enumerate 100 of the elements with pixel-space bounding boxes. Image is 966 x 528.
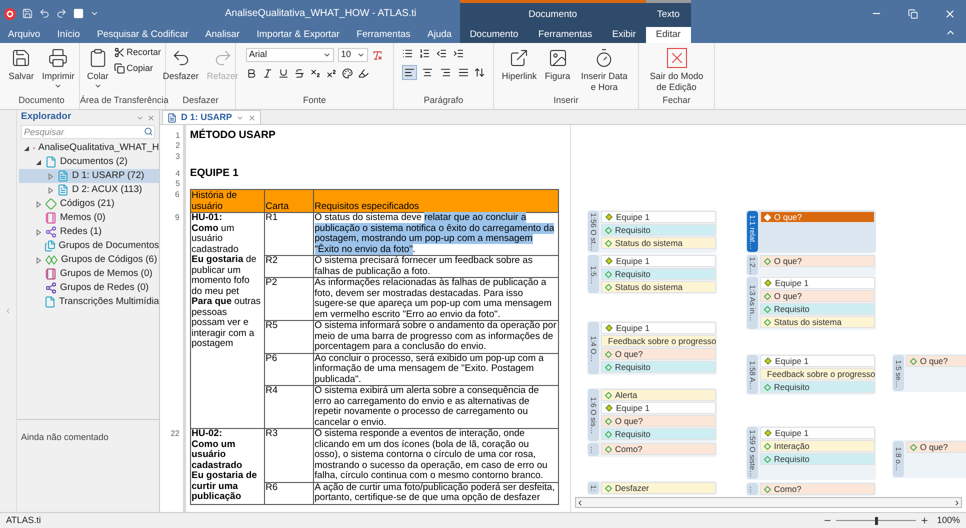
- code-tag[interactable]: Alerta: [601, 389, 716, 401]
- close-icon[interactable]: [248, 114, 256, 122]
- tree-item[interactable]: AnaliseQualitativa_WHAT_H: [19, 141, 159, 155]
- tree-item[interactable]: Grupos de Redes (0): [19, 281, 159, 295]
- ribbon-tab[interactable]: Importar & Exportar: [254, 27, 342, 43]
- line-spacing-icon[interactable]: [474, 67, 485, 78]
- restore-icon[interactable]: [908, 8, 918, 18]
- ribbon-tab[interactable]: Início: [55, 27, 82, 43]
- ribbon-tab[interactable]: Ferramentas: [528, 27, 602, 43]
- document-tab[interactable]: D 1: USARP: [162, 110, 262, 124]
- underline-icon[interactable]: [278, 68, 289, 79]
- undo-icon[interactable]: [39, 8, 50, 19]
- code-tag[interactable]: Requisito: [760, 453, 875, 465]
- code-tag[interactable]: Requisito: [601, 224, 716, 236]
- expand-arrow-icon[interactable]: [35, 256, 42, 264]
- code-tag[interactable]: Requisito: [601, 268, 716, 280]
- scroll-left-icon[interactable]: [576, 498, 584, 506]
- ribbon-tab[interactable]: Exibir: [602, 27, 646, 43]
- strikethrough-icon[interactable]: [294, 68, 305, 79]
- tree-item[interactable]: Memos (0): [19, 211, 159, 225]
- ribbon-button[interactable]: Sair do Modo de Edição: [642, 46, 710, 93]
- code-tag[interactable]: O que?: [760, 211, 875, 223]
- ribbon-tab[interactable]: Editar: [646, 27, 691, 43]
- close-icon[interactable]: [147, 114, 155, 122]
- ribbon-button[interactable]: Colar: [84, 46, 112, 90]
- zoom-slider[interactable]: [836, 516, 916, 524]
- ribbon-tab[interactable]: Ferramentas: [354, 27, 412, 43]
- save-icon[interactable]: [22, 8, 33, 19]
- ribbon-tab[interactable]: Arquivo: [6, 27, 42, 43]
- code-tag[interactable]: Feedback sobre o progresso: [601, 335, 716, 347]
- subscript-icon[interactable]: [310, 68, 321, 79]
- code-tag[interactable]: Equipe 1: [760, 355, 875, 367]
- code-tag[interactable]: Equipe 1: [760, 277, 875, 289]
- ribbon-button[interactable]: Desfazer: [160, 46, 202, 82]
- tree-item[interactable]: Redes (1): [19, 225, 159, 239]
- ribbon-tab[interactable]: Analisar: [203, 27, 242, 43]
- ribbon-tab[interactable]: Ajuda: [425, 27, 454, 43]
- ribbon-button[interactable]: Hiperlink: [498, 46, 540, 82]
- ribbon-button[interactable]: Recortar: [114, 46, 162, 60]
- code-tag[interactable]: Equipe 1: [601, 402, 716, 414]
- highlighter-icon[interactable]: [358, 68, 369, 79]
- code-tag[interactable]: Requisito: [601, 361, 716, 373]
- ribbon-button[interactable]: Inserir Data e Hora: [575, 46, 634, 93]
- ribbon-button[interactable]: Figura: [542, 46, 574, 82]
- ribbon-button[interactable]: Salvar: [5, 46, 37, 82]
- close-icon[interactable]: [944, 8, 956, 20]
- code-tag[interactable]: Equipe 1: [601, 322, 716, 334]
- redo-icon[interactable]: [56, 8, 67, 19]
- code-tag[interactable]: Feedback sobre o progresso: [760, 368, 875, 380]
- code-tag[interactable]: O que?: [906, 441, 966, 453]
- font-family-field[interactable]: Arial: [246, 48, 334, 62]
- slider-thumb[interactable]: [874, 516, 878, 524]
- code-tag[interactable]: O que?: [906, 355, 966, 367]
- code-tag[interactable]: O que?: [760, 255, 875, 267]
- tree-item[interactable]: Documentos (2): [19, 155, 159, 169]
- code-tag[interactable]: Desfazer: [601, 482, 716, 494]
- scroll-right-icon[interactable]: [953, 498, 961, 506]
- superscript-icon[interactable]: [326, 68, 337, 79]
- ribbon-tab[interactable]: Pesquisar & Codificar: [94, 27, 190, 43]
- horizontal-scrollbar[interactable]: [575, 497, 962, 508]
- font-size-field[interactable]: 10: [338, 48, 368, 62]
- align-left-icon[interactable]: [402, 65, 417, 80]
- tree-item[interactable]: D 2: ACUX (113): [19, 183, 159, 197]
- code-tag[interactable]: Status do sistema: [601, 281, 716, 293]
- tree-item[interactable]: Grupos de Memos (0): [19, 267, 159, 281]
- code-tag[interactable]: Como?: [760, 483, 875, 495]
- code-tag[interactable]: Requisito: [601, 428, 716, 440]
- code-tag[interactable]: Equipe 1: [760, 427, 875, 439]
- code-tag[interactable]: Requisito: [760, 381, 875, 393]
- ribbon-tab[interactable]: Documento: [460, 27, 528, 43]
- customize-icon[interactable]: [90, 9, 99, 18]
- expand-arrow-icon[interactable]: [35, 228, 42, 236]
- zoom-in-icon[interactable]: [920, 516, 929, 525]
- bullet-list-icon[interactable]: [402, 48, 413, 59]
- indent-icon[interactable]: [453, 48, 464, 59]
- code-tag[interactable]: O que?: [760, 290, 875, 302]
- search-icon[interactable]: [144, 127, 153, 136]
- clear-format-icon[interactable]: [372, 50, 383, 60]
- tree-item[interactable]: Grupos de Documentos: [19, 239, 159, 253]
- code-tag[interactable]: Equipe 1: [601, 255, 716, 267]
- bold-icon[interactable]: [246, 68, 257, 79]
- code-tag[interactable]: Requisito: [760, 303, 875, 315]
- code-tag[interactable]: O que?: [601, 348, 716, 360]
- search-field[interactable]: Pesquisar: [21, 125, 155, 139]
- code-tag[interactable]: Interação: [760, 440, 875, 452]
- ribbon-button[interactable]: Copiar: [114, 62, 162, 75]
- tree-item[interactable]: Códigos (21): [19, 197, 159, 211]
- code-tag[interactable]: Status do sistema: [601, 237, 716, 249]
- ribbon-button[interactable]: Imprimir: [39, 46, 78, 90]
- italic-icon[interactable]: [262, 68, 273, 79]
- code-tag[interactable]: Equipe 1: [601, 211, 716, 223]
- palette-icon[interactable]: [342, 68, 353, 79]
- code-tag[interactable]: Como?: [601, 443, 716, 455]
- code-tag[interactable]: Status do sistema: [760, 316, 875, 328]
- tree-item[interactable]: Transcrições Multimídia: [19, 295, 159, 309]
- tree-item[interactable]: Grupos de Códigos (6): [19, 253, 159, 267]
- numbered-list-icon[interactable]: [419, 48, 430, 59]
- square-icon[interactable]: [73, 8, 84, 19]
- tree-item[interactable]: D 1: USARP (72): [19, 169, 159, 183]
- code-tag[interactable]: O que?: [601, 415, 716, 427]
